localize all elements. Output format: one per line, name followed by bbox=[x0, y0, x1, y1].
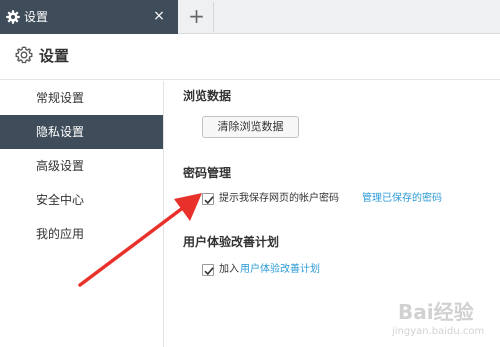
sidebar-item-my-apps[interactable]: 我的应用 bbox=[0, 217, 163, 251]
sidebar-item-security[interactable]: 安全中心 bbox=[0, 183, 163, 217]
watermark-url: jingyan.baidu.com bbox=[392, 326, 485, 337]
save-password-checkbox[interactable] bbox=[202, 193, 214, 205]
tab-title: 设置 bbox=[24, 10, 49, 24]
watermark-logo: Bai经验 bbox=[398, 300, 474, 324]
join-improvement-label: 加入 bbox=[219, 264, 239, 275]
baidu-watermark: Bai经验 jingyan.baidu.com bbox=[388, 288, 498, 344]
checkmark-icon bbox=[204, 267, 214, 276]
settings-header: 设置 bbox=[0, 35, 500, 80]
section-title-password: 密码管理 bbox=[183, 166, 232, 180]
section-title-improvement: 用户体验改善计划 bbox=[183, 235, 280, 249]
tab-settings[interactable]: 设置 × bbox=[0, 0, 178, 34]
tab-bar: 设置 × + bbox=[0, 0, 500, 34]
sidebar: 常规设置 隐私设置 高级设置 安全中心 我的应用 bbox=[0, 81, 164, 347]
page-title: 设置 bbox=[39, 47, 70, 65]
save-password-label: 提示我保存网页的帐户密码 bbox=[219, 193, 339, 204]
gear-icon bbox=[5, 9, 21, 25]
manage-saved-passwords-link[interactable]: 管理已保存的密码 bbox=[362, 192, 442, 206]
checkmark-icon bbox=[204, 196, 214, 205]
gear-icon bbox=[14, 45, 34, 65]
new-tab-button[interactable]: + bbox=[180, 2, 214, 32]
close-icon[interactable]: × bbox=[151, 7, 167, 25]
sidebar-item-general[interactable]: 常规设置 bbox=[0, 81, 163, 115]
sidebar-item-privacy[interactable]: 隐私设置 bbox=[0, 115, 163, 149]
clear-browsing-data-button[interactable]: 清除浏览数据 bbox=[202, 116, 299, 138]
join-improvement-checkbox[interactable] bbox=[202, 264, 214, 276]
section-title-browse-data: 浏览数据 bbox=[183, 89, 232, 103]
improvement-plan-link[interactable]: 用户体验改善计划 bbox=[240, 263, 320, 277]
sidebar-item-advanced[interactable]: 高级设置 bbox=[0, 149, 163, 183]
